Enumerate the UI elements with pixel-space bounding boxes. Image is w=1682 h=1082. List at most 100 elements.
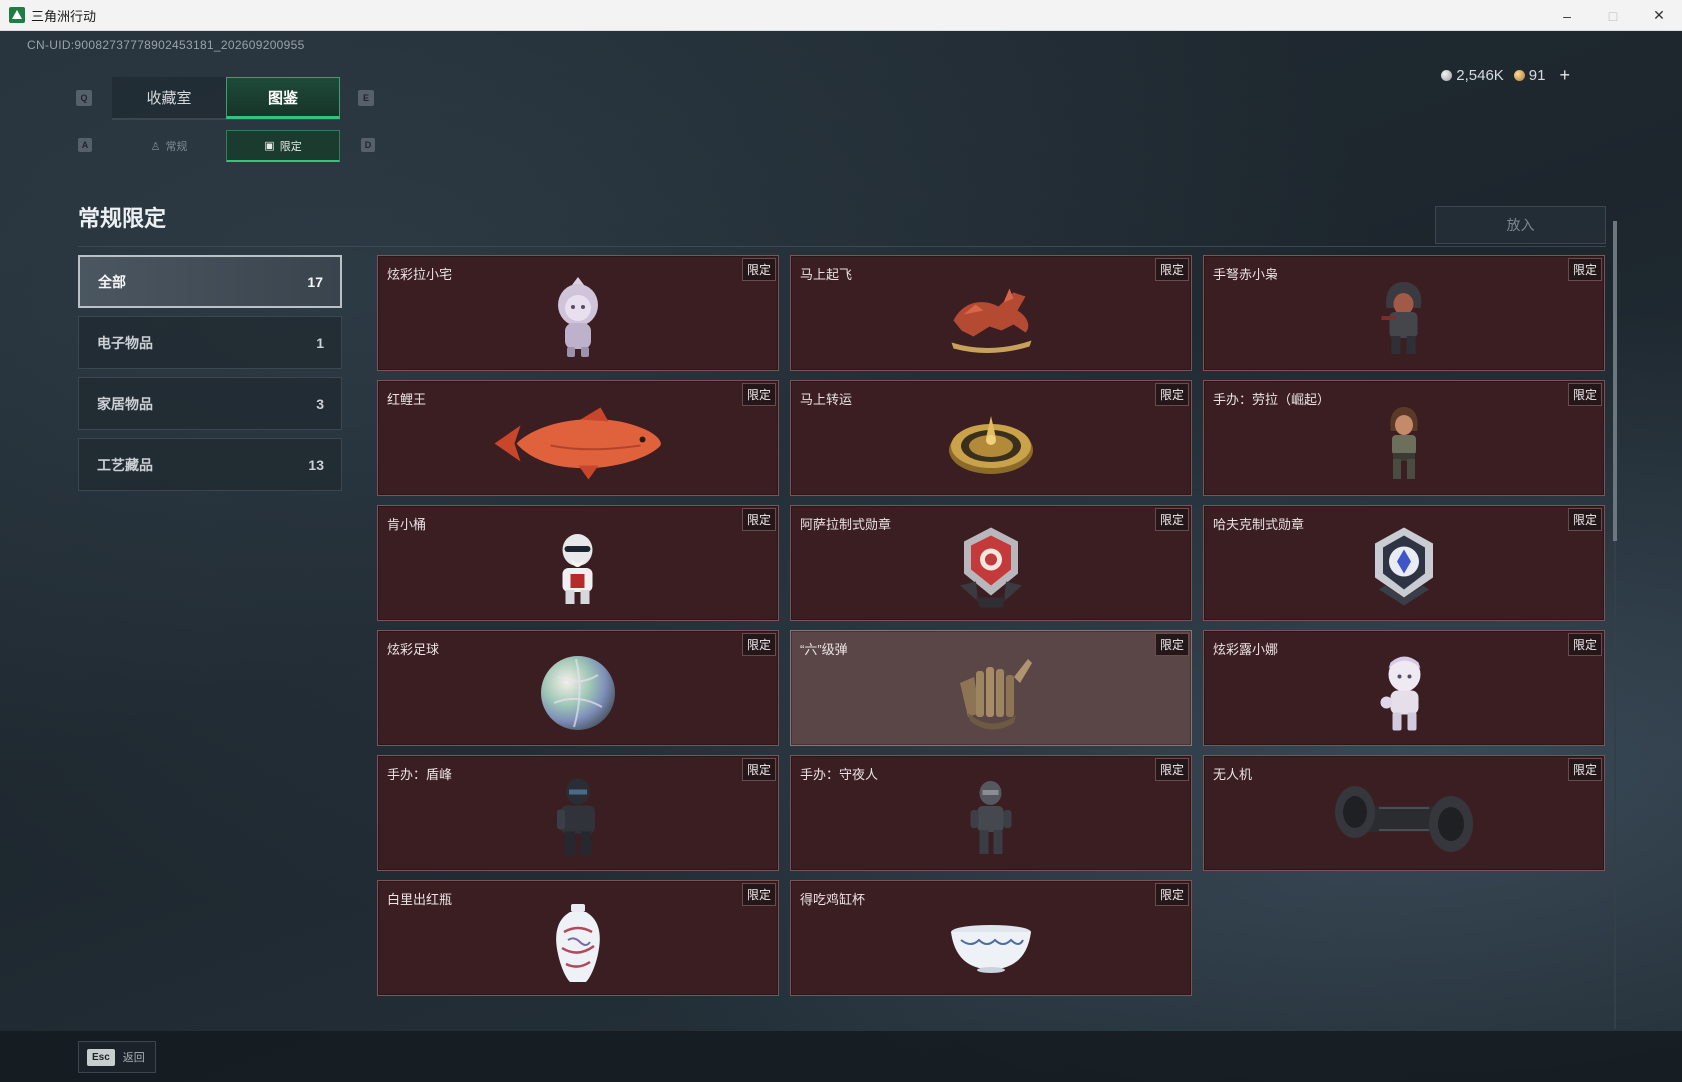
scrollbar-thumb[interactable] xyxy=(1613,221,1617,541)
item-card[interactable]: 手办：守夜人 限定 xyxy=(790,755,1192,871)
section-title: 常规限定 xyxy=(78,206,167,231)
bullet-hand-icon xyxy=(960,658,1032,730)
category-count: 3 xyxy=(316,395,324,412)
maximize-button[interactable]: □ xyxy=(1590,0,1636,31)
limited-badge: 限定 xyxy=(1154,508,1189,531)
silver-currency: 2,546K xyxy=(1441,67,1504,84)
item-card[interactable]: 肯小桶 限定 xyxy=(377,505,779,621)
item-card[interactable]: 无人机 限定 xyxy=(1203,755,1605,871)
category-label: 全部 xyxy=(98,273,126,290)
figure-icon: ♙ xyxy=(150,140,161,153)
item-name: 马上起飞 xyxy=(800,267,853,282)
item-card[interactable]: 白里出红瓶 限定 xyxy=(377,880,779,996)
hooded-figure-icon xyxy=(1381,281,1422,354)
nightwatch-figure-icon xyxy=(970,780,1012,854)
close-button[interactable]: ✕ xyxy=(1636,0,1682,31)
category-label: 工艺藏品 xyxy=(97,456,153,473)
item-name: 白里出红瓶 xyxy=(387,892,453,907)
golden-compass-icon xyxy=(949,415,1033,474)
image-icon: ▣ xyxy=(264,140,275,152)
item-name: 炫彩拉小宅 xyxy=(387,267,453,282)
subtab-regular[interactable]: ♙ 常规 xyxy=(112,130,226,162)
item-card[interactable]: 手办：盾峰 限定 xyxy=(377,755,779,871)
category-crafts[interactable]: 工艺藏品 13 xyxy=(78,438,342,491)
item-card[interactable]: 红鲤王 限定 xyxy=(377,380,779,496)
sub-tabs: ♙ 常规 ▣ 限定 xyxy=(112,130,340,162)
category-household[interactable]: 家居物品 3 xyxy=(78,377,342,430)
drone-roller-icon xyxy=(1335,785,1473,852)
window-controls: – □ ✕ xyxy=(1544,0,1682,31)
put-in-button[interactable]: 放入 xyxy=(1435,206,1606,244)
window-titlebar: 三角洲行动 – □ ✕ xyxy=(0,0,1682,31)
item-name: 肯小桶 xyxy=(387,517,427,532)
limited-badge: 限定 xyxy=(741,883,776,906)
limited-badge: 限定 xyxy=(1567,508,1602,531)
section-divider xyxy=(78,246,1606,247)
item-card[interactable]: 炫彩拉小宅 限定 xyxy=(377,255,779,371)
item-name: 手办：劳拉（崛起） xyxy=(1213,392,1331,407)
gold-currency: 91 xyxy=(1513,67,1546,84)
limited-badge: 限定 xyxy=(741,758,776,781)
item-name: 阿萨拉制式勋章 xyxy=(800,517,892,532)
item-name: 炫彩足球 xyxy=(387,642,440,657)
key-hint-a: A xyxy=(78,138,92,152)
item-card[interactable]: 炫彩足球 限定 xyxy=(377,630,779,746)
tab-divider xyxy=(112,119,340,120)
limited-badge: 限定 xyxy=(1154,258,1189,281)
gold-amount: 91 xyxy=(1528,67,1546,84)
key-hint-q: Q xyxy=(76,90,92,106)
category-count: 17 xyxy=(307,273,323,290)
item-name: 红鲤王 xyxy=(387,392,427,407)
item-name: 手弩赤小枭 xyxy=(1213,267,1279,282)
silver-amount: 2,546K xyxy=(1456,67,1504,84)
category-electronics[interactable]: 电子物品 1 xyxy=(78,316,342,369)
player-uid: CN-UID:9008273777890245318​1_20260920095… xyxy=(27,38,305,52)
esc-key-hint: Esc xyxy=(87,1048,115,1066)
gold-coin-icon xyxy=(1513,70,1525,81)
porcelain-vase-icon xyxy=(556,903,600,982)
item-card[interactable]: 马上转运 限定 xyxy=(790,380,1192,496)
blue-medal-icon xyxy=(1375,527,1433,606)
key-hint-d: D xyxy=(361,138,375,152)
item-card[interactable]: 得吃鸡缸杯 限定 xyxy=(790,880,1192,996)
colonel-figure-icon xyxy=(562,533,593,604)
tab-catalog[interactable]: 图鉴 xyxy=(226,77,340,119)
back-button[interactable]: Esc 返回 xyxy=(78,1041,156,1073)
game-viewport: CN-UID:9008273777890245318​1_20260920095… xyxy=(0,31,1682,1082)
minimize-button[interactable]: – xyxy=(1544,0,1590,31)
add-currency-button[interactable]: + xyxy=(1559,65,1570,86)
limited-badge: 限定 xyxy=(1154,758,1189,781)
subtab-limited[interactable]: ▣ 限定 xyxy=(226,130,340,162)
item-card[interactable]: “六”级弹 限定 xyxy=(790,630,1192,746)
item-name: 手办：守夜人 xyxy=(800,767,879,782)
limited-badge: 限定 xyxy=(1154,383,1189,406)
limited-badge: 限定 xyxy=(1154,633,1189,656)
item-name: 哈夫克制式勋章 xyxy=(1213,517,1305,532)
limited-badge: 限定 xyxy=(1567,383,1602,406)
item-card[interactable]: 手弩赤小枭 限定 xyxy=(1203,255,1605,371)
item-card[interactable]: 哈夫克制式勋章 限定 xyxy=(1203,505,1605,621)
limited-badge: 限定 xyxy=(741,633,776,656)
category-count: 1 xyxy=(316,334,324,351)
item-card[interactable]: 马上起飞 限定 xyxy=(790,255,1192,371)
category-all[interactable]: 全部 17 xyxy=(78,255,342,308)
white-figure-icon xyxy=(1380,656,1421,731)
item-name: 得吃鸡缸杯 xyxy=(800,892,866,907)
category-label: 家居物品 xyxy=(97,395,153,412)
item-card[interactable]: 手办：劳拉（崛起） 限定 xyxy=(1203,380,1605,496)
porcelain-cup-icon xyxy=(951,925,1031,974)
item-card[interactable]: 阿萨拉制式勋章 限定 xyxy=(790,505,1192,621)
limited-badge: 限定 xyxy=(1567,633,1602,656)
armored-figure-icon xyxy=(557,778,595,856)
lara-figure-icon xyxy=(1390,406,1418,479)
tab-collection-room[interactable]: 收藏室 xyxy=(112,77,226,119)
category-label: 电子物品 xyxy=(97,334,153,351)
item-name: 手办：盾峰 xyxy=(387,767,453,782)
item-card[interactable]: 炫彩露小娜 限定 xyxy=(1203,630,1605,746)
currency-display: 2,546K 91 + xyxy=(1441,65,1570,86)
item-name: 无人机 xyxy=(1213,767,1253,782)
bottom-bar xyxy=(0,1031,1682,1082)
item-name: “六”级弹 xyxy=(800,642,848,657)
item-grid: 炫彩拉小宅 限定 马上起飞 限定 手弩赤小枭 限定 红鲤王 限定 马上转运 限定… xyxy=(377,255,1607,996)
limited-badge: 限定 xyxy=(1567,758,1602,781)
